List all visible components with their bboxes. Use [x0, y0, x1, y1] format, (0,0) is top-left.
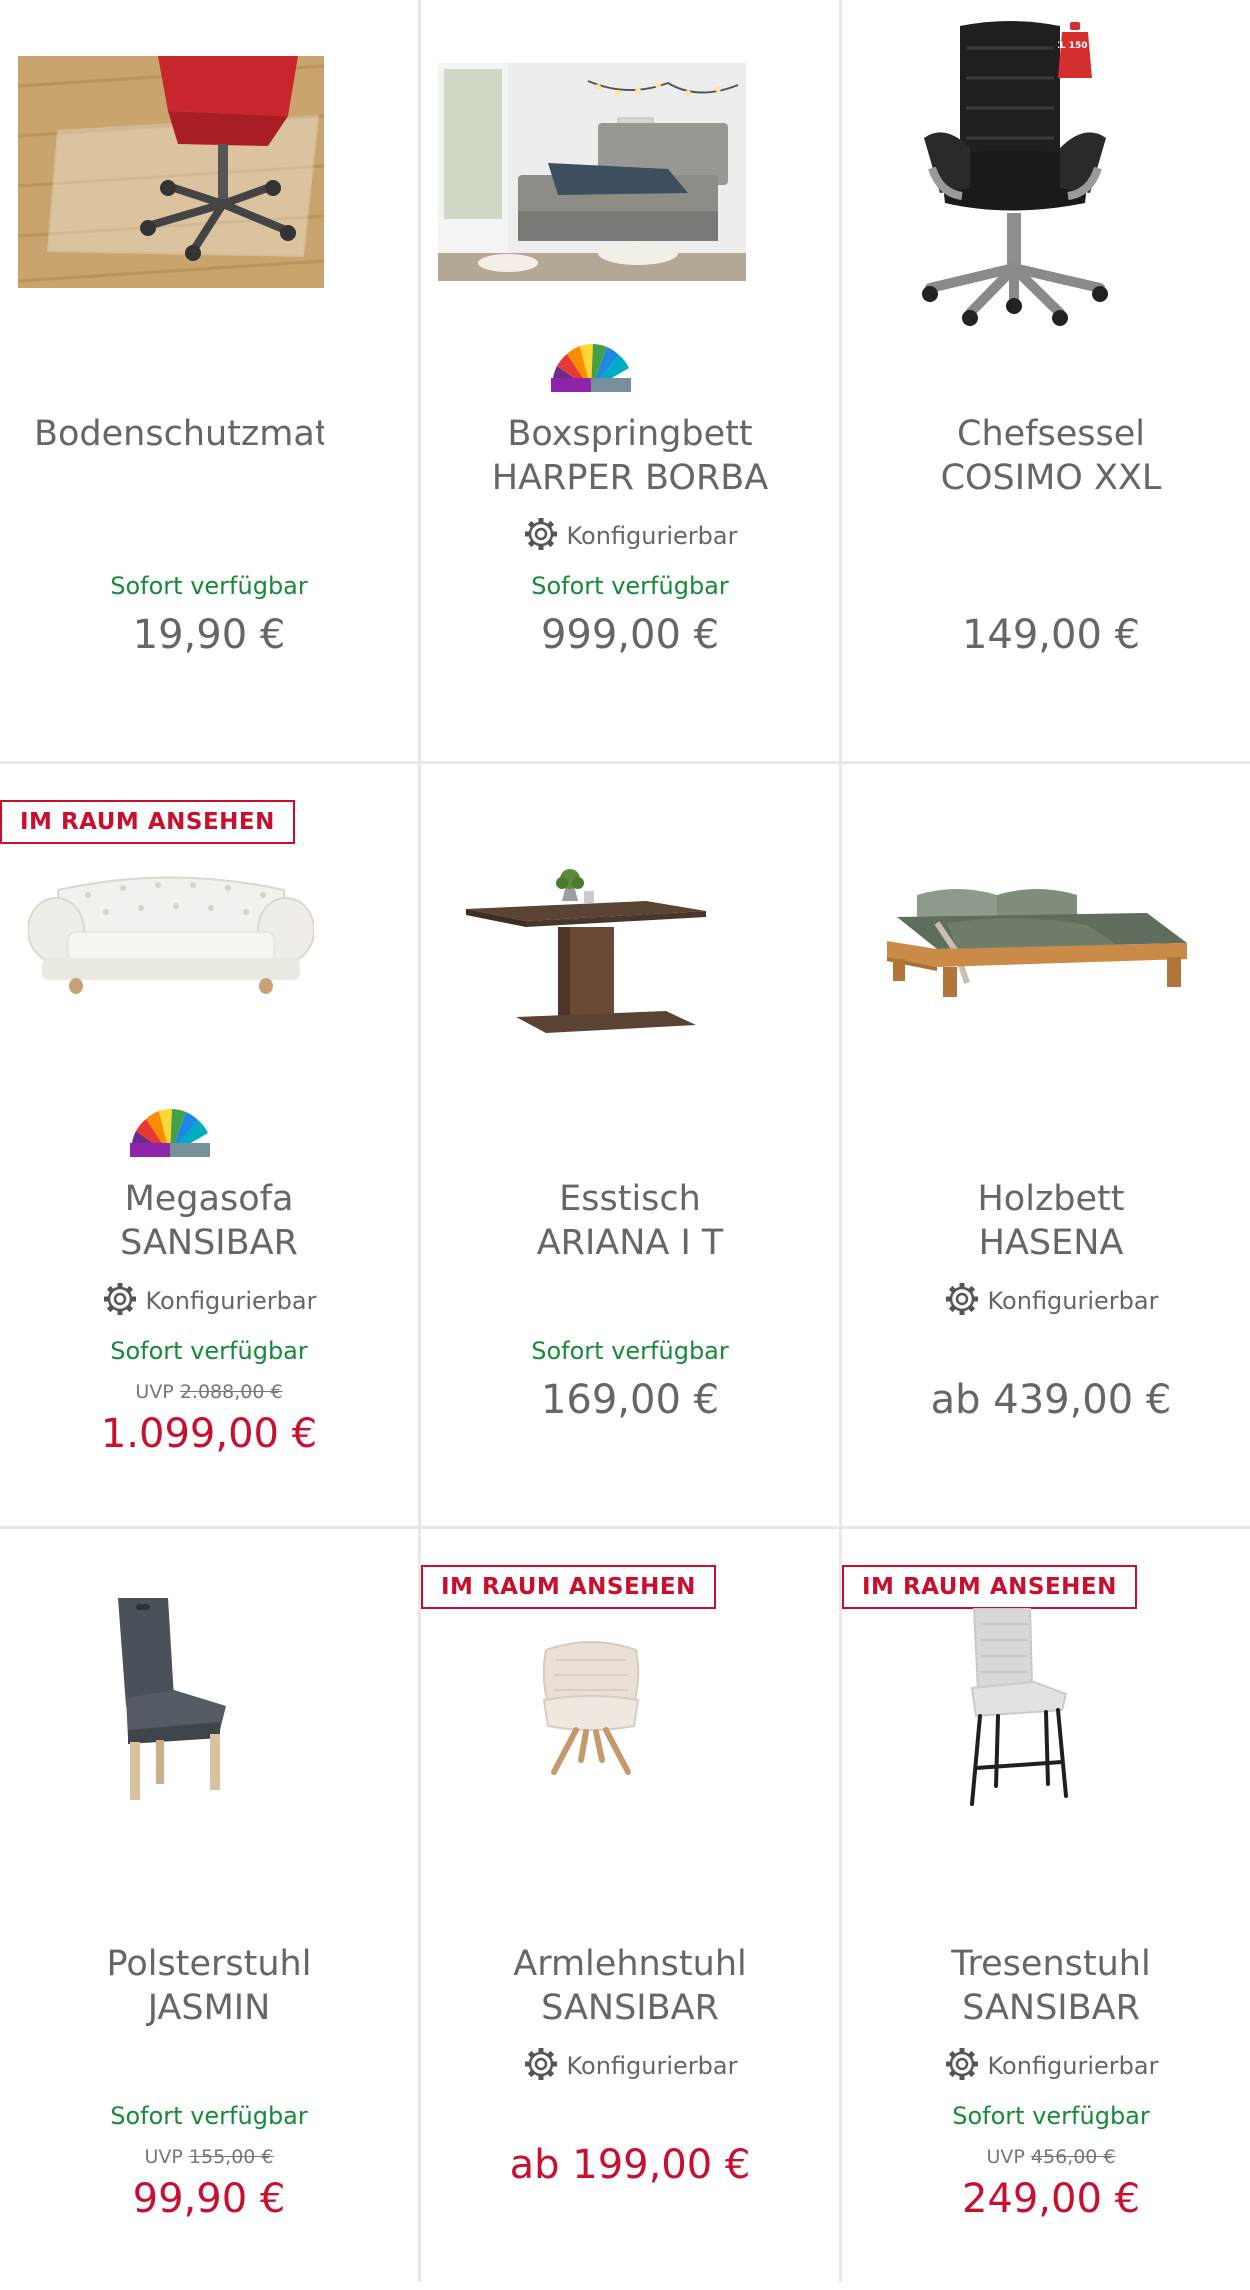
row-divider [0, 761, 1250, 764]
product-card[interactable]: IM RAUM ANSEHEN Megasofa SANSIBAR Konfig… [0, 765, 418, 1525]
product-card[interactable]: Boxspringbett HARPER BORBA Konfigurierba… [421, 0, 839, 760]
product-price: 169,00 € [540, 1377, 720, 1423]
product-price: 19,90 € [132, 612, 286, 658]
gear-icon [103, 1283, 136, 1315]
configurable-label: Konfigurierbar [842, 1283, 1250, 1320]
product-image[interactable] [421, 765, 839, 1095]
uvp-price: UVP 456,00 € [986, 2146, 1116, 2168]
product-grid: Bodenschutzmatte Sofort verfügbar 19,90 … [0, 0, 1250, 2282]
product-price: 99,90 € [132, 2176, 286, 2222]
product-card[interactable]: IM RAUM ANSEHEN Armlehnstuhl SANSIBAR Ko… [421, 1530, 839, 2290]
product-title[interactable]: Tresenstuhl SANSIBAR [872, 1942, 1230, 2030]
sofa-image [28, 876, 314, 994]
configurable-label: Konfigurierbar [0, 1283, 418, 1320]
product-title[interactable]: Esstisch ARIANA I T [451, 1177, 809, 1265]
product-price: 999,00 € [540, 612, 720, 658]
availability-status: Sofort verfügbar [531, 1337, 729, 1365]
product-price: ab 199,00 € [509, 2142, 751, 2188]
floor-mat-chair-image [18, 56, 324, 288]
product-card[interactable]: Bodenschutzmatte Sofort verfügbar 19,90 … [0, 0, 418, 760]
product-card[interactable]: Polsterstuhl JASMIN Sofort verfügbar UVP… [0, 1530, 418, 2290]
product-title[interactable]: Boxspringbett HARPER BORBA [451, 412, 809, 500]
old-price: 456,00 € [1030, 2146, 1116, 2168]
availability-status: Sofort verfügbar [110, 2102, 308, 2130]
upholstered-chair-image [118, 1598, 226, 1800]
availability-status: Sofort verfügbar [110, 572, 308, 600]
boxspring-bed-image [438, 63, 746, 281]
product-title[interactable]: Polsterstuhl JASMIN [30, 1942, 388, 2030]
product-price: 149,00 € [961, 612, 1141, 658]
product-title[interactable]: Armlehnstuhl SANSIBAR [451, 1942, 809, 2030]
product-card[interactable]: Holzbett HASENA Konfigurierbar ab 439,00… [842, 765, 1250, 1525]
armchair-image [542, 1641, 640, 1775]
old-price: 2.088,00 € [179, 1381, 283, 1403]
product-price: ab 439,00 € [930, 1377, 1172, 1423]
product-image[interactable] [0, 1530, 418, 1860]
product-image[interactable] [842, 765, 1250, 1095]
gear-icon [945, 1283, 978, 1315]
bar-stool-image [970, 1608, 1068, 1806]
configurable-label: Konfigurierbar [421, 518, 839, 555]
product-image[interactable] [0, 765, 418, 1095]
availability-status: Sofort verfügbar [952, 2102, 1150, 2130]
product-price: 1.099,00 € [100, 1411, 318, 1457]
gear-icon [524, 518, 557, 550]
availability-status: Sofort verfügbar [531, 572, 729, 600]
product-card[interactable]: Esstisch ARIANA I T Sofort verfügbar 169… [421, 765, 839, 1525]
product-image[interactable] [421, 0, 839, 330]
product-title[interactable]: Holzbett HASENA [872, 1177, 1230, 1265]
availability-status: Sofort verfügbar [110, 1337, 308, 1365]
weight-tag-text: XXL 150 Kg [1058, 41, 1092, 51]
gear-icon [945, 2048, 978, 2080]
product-image[interactable] [0, 0, 418, 330]
old-price: 155,00 € [188, 2146, 274, 2168]
product-image[interactable] [842, 0, 1250, 330]
product-card[interactable]: IM RAUM ANSEHEN Tresenstuhl SANSIBAR Kon… [842, 1530, 1250, 2290]
uvp-price: UVP 155,00 € [144, 2146, 274, 2168]
product-card[interactable]: XXL 150 Kg Chefsessel COSIMO XXL 149,00 … [842, 0, 1250, 760]
wooden-bed-image [887, 889, 1187, 997]
configurable-label: Konfigurierbar [421, 2048, 839, 2085]
color-variants-icon [551, 343, 631, 392]
product-title[interactable]: Megasofa SANSIBAR [30, 1177, 388, 1265]
uvp-price: UVP 2.088,00 € [135, 1381, 283, 1403]
dining-table-image [466, 869, 706, 1033]
product-title[interactable]: Bodenschutzmatte [34, 412, 392, 456]
product-title[interactable]: Chefsessel COSIMO XXL [872, 412, 1230, 500]
product-price: 249,00 € [961, 2176, 1141, 2222]
product-image[interactable] [842, 1530, 1250, 1860]
color-variants-icon [130, 1108, 210, 1157]
row-divider [0, 1526, 1250, 1529]
weight-capacity-icon: XXL 150 Kg [1058, 22, 1092, 78]
configurable-label: Konfigurierbar [842, 2048, 1250, 2085]
gear-icon [524, 2048, 557, 2080]
product-image[interactable] [421, 1530, 839, 1860]
